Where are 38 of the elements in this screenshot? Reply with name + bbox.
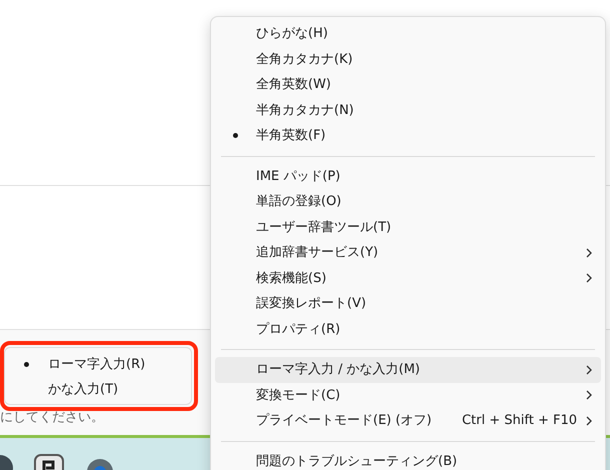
menu-item[interactable]: 全角英数(W) (215, 72, 601, 98)
menu-item[interactable]: プロパティ(R) (215, 316, 601, 342)
menu-item-label: 変換モード(C) (256, 386, 340, 404)
menu-item[interactable]: 全角カタカナ(K) (215, 46, 601, 72)
menu-item[interactable]: 変換モード(C) (215, 382, 601, 408)
menu-item-label: ローマ字入力 / かな入力(M) (256, 361, 420, 379)
menu-item[interactable]: 追加辞書サービス(Y) (215, 240, 601, 266)
menu-item[interactable]: プライベートモード(E) (オフ) Ctrl + Shift + F10 (215, 408, 601, 434)
menu-item[interactable]: 検索機能(S) (215, 266, 601, 291)
menu-item-label: 検索機能(S) (256, 270, 326, 288)
menu-item-label: 誤変換レポート(V) (256, 295, 366, 313)
menu-item-label: ひらがな(H) (256, 25, 328, 43)
menu-item-label: 問題のトラブルシューティング(B) (256, 452, 458, 470)
menu-item[interactable]: 半角英数(F) (215, 123, 601, 148)
menu-item-label: ユーザー辞書ツール(T) (256, 218, 392, 236)
submenu-item-label: ローマ字入力(R) (48, 356, 146, 374)
menu-item-label: 全角カタカナ(K) (256, 50, 353, 68)
menu-item[interactable]: ユーザー辞書ツール(T) (215, 214, 601, 240)
menu-item[interactable]: 単語の登録(O) (215, 189, 601, 214)
hint-text: にしてください。 (0, 408, 104, 426)
submenu-item[interactable]: ローマ字入力(R) (5, 352, 191, 377)
submenu-item-label: かな入力(T) (48, 380, 118, 399)
menu-item[interactable]: ローマ字入力 / かな入力(M) (215, 357, 601, 382)
menu-item[interactable]: ひらがな(H) (215, 21, 601, 46)
menu-item-label: 全角英数(W) (256, 76, 331, 94)
menu-item-label: プロパティ(R) (256, 320, 340, 338)
menu-item[interactable]: IME パッド(P) (215, 164, 601, 189)
menu-item-label: IME パッド(P) (256, 168, 340, 186)
menu-item-label: プライベートモード(E) (オフ) (256, 412, 432, 430)
menu-item[interactable]: 誤変換レポート(V) (215, 291, 601, 316)
menu-item-label: 半角カタカナ(N) (256, 102, 354, 120)
menu-item[interactable]: 半角カタカナ(N) (215, 98, 601, 123)
app-icon (34, 454, 64, 470)
menu-item-label: 追加辞書サービス(Y) (256, 244, 378, 262)
menu-item-label: 単語の登録(O) (256, 193, 342, 211)
submenu-item[interactable]: かな入力(T) (5, 377, 191, 402)
menu-item-label: 半角英数(F) (256, 127, 326, 145)
shortcut-label: Ctrl + Shift + F10 (462, 412, 577, 430)
